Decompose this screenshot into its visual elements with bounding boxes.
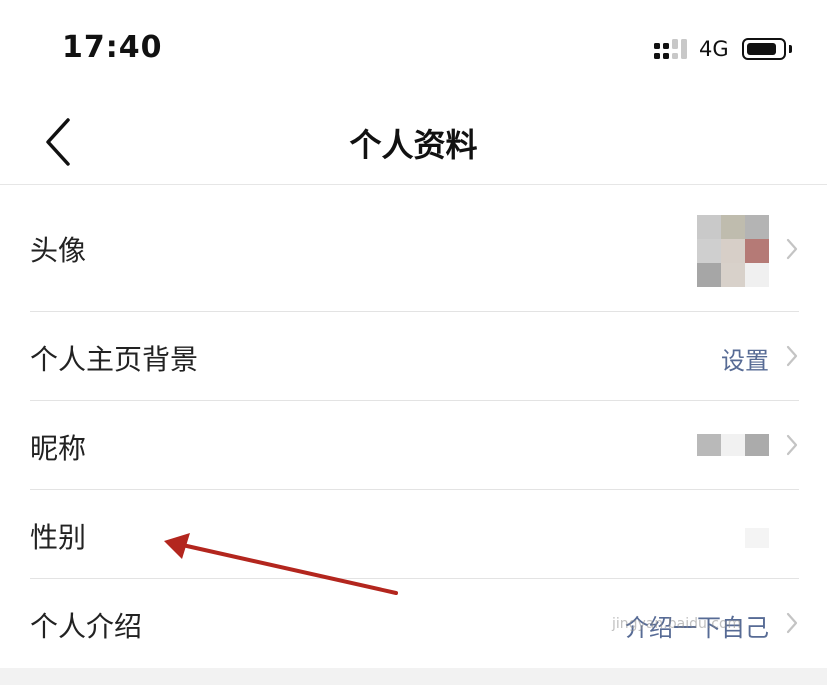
chevron-right-icon (786, 238, 798, 260)
profile-background-value: 设置 (721, 347, 769, 375)
battery-cap (789, 45, 792, 53)
row-profile-background[interactable]: 个人主页背景 设置 (30, 312, 799, 401)
page-title: 个人资料 (349, 126, 478, 164)
chevron-right-icon (786, 434, 798, 456)
battery-level (747, 43, 776, 55)
row-label-introduction: 个人介绍 (30, 610, 143, 643)
row-nickname[interactable]: 昵称 (30, 401, 799, 490)
chevron-right-icon (786, 345, 798, 367)
chevron-right-icon (786, 612, 798, 634)
watermark: jingyan.baidu.com (612, 616, 742, 632)
row-avatar[interactable]: 头像 (30, 185, 799, 312)
row-label-nickname: 昵称 (30, 432, 87, 465)
avatar (697, 215, 769, 287)
battery-icon (742, 38, 786, 60)
row-label-avatar: 头像 (30, 234, 87, 267)
signal-strength-icon (654, 39, 687, 59)
row-label-profile-background: 个人主页背景 (30, 343, 199, 376)
gender-value-mosaic (745, 528, 769, 548)
nav-bar: 个人资料 (0, 100, 827, 185)
nickname-value-mosaic (697, 434, 769, 456)
bottom-strip (0, 668, 827, 685)
status-time: 17:40 (62, 30, 163, 65)
row-label-gender: 性别 (30, 521, 87, 554)
row-gender[interactable]: 性别 (30, 490, 799, 579)
network-type: 4G (699, 37, 729, 61)
status-bar: 17:40 4G (0, 0, 827, 100)
